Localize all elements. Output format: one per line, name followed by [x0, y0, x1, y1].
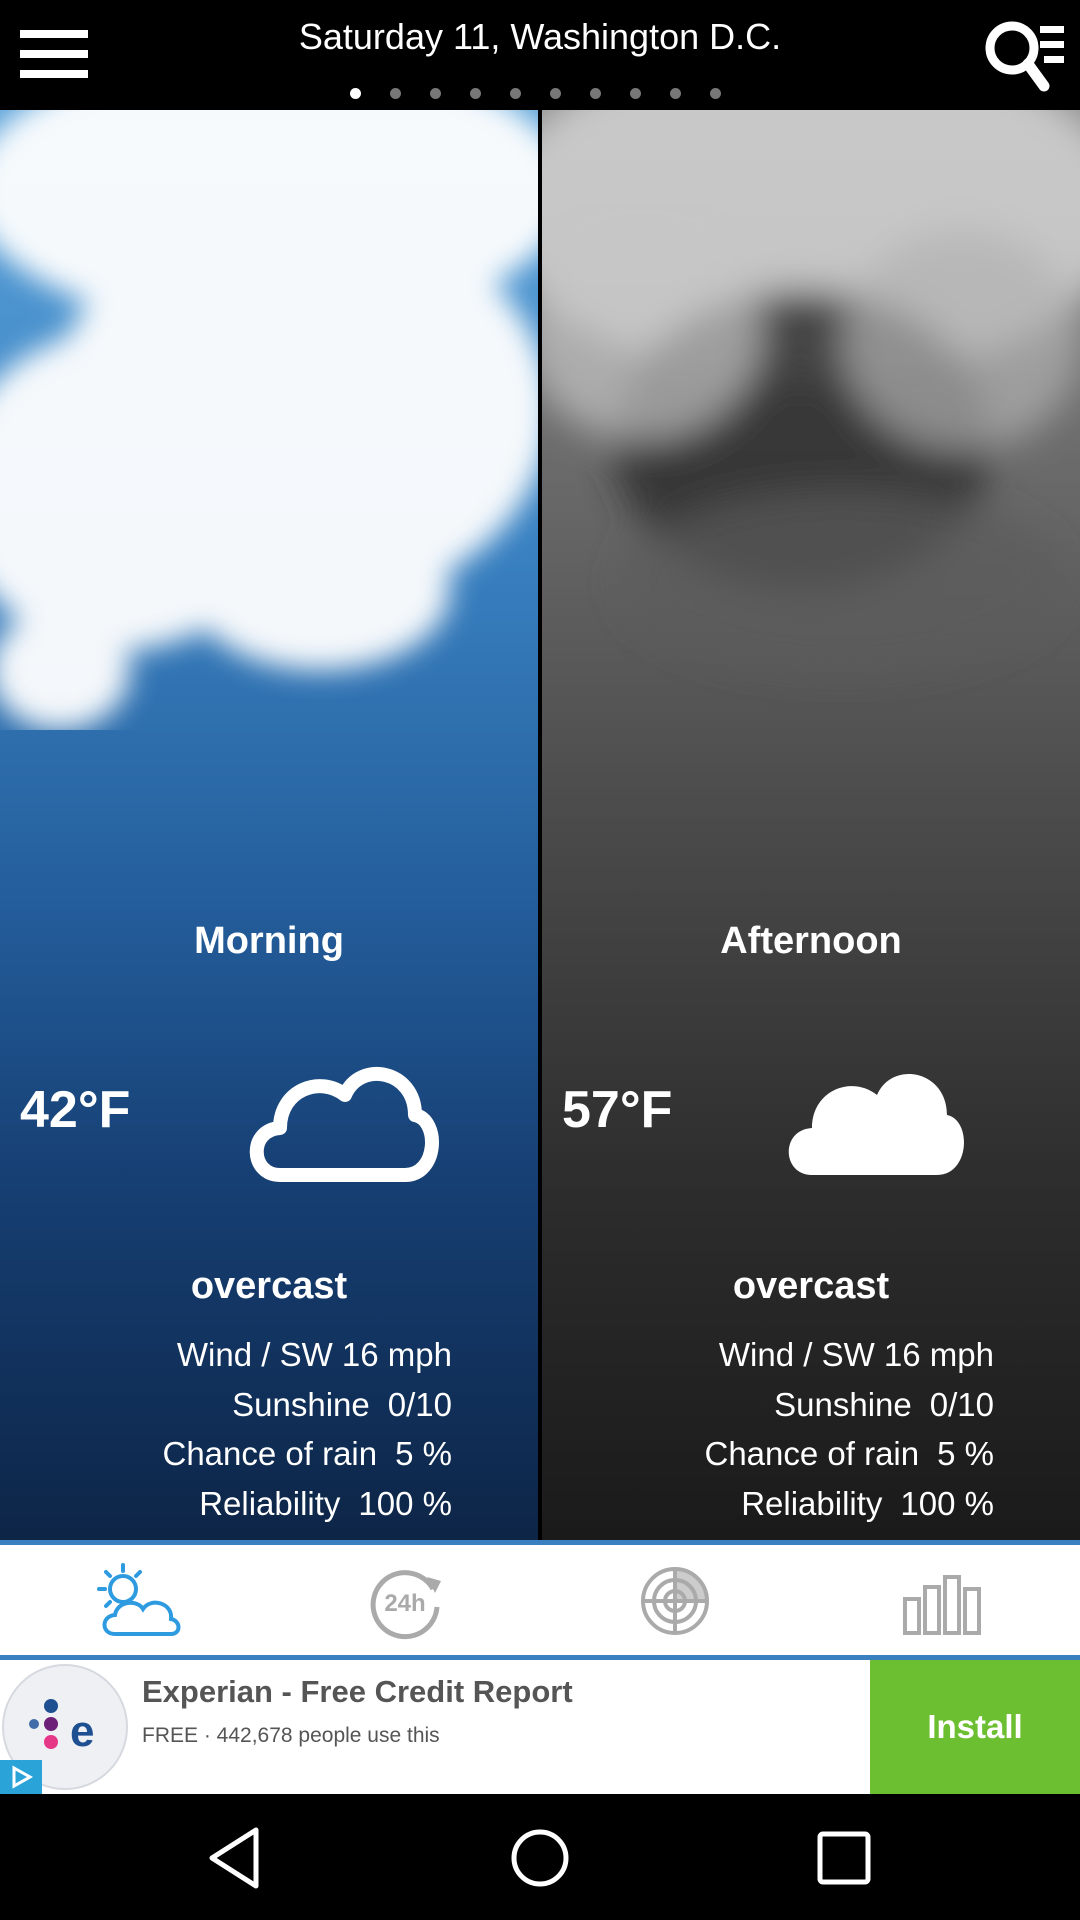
- stat-value: 100 %: [358, 1484, 452, 1522]
- stat-value: 100 %: [900, 1484, 994, 1522]
- stat-sunshine: Sunshine 0/10: [162, 1380, 452, 1430]
- bottom-tab-bar: 24h: [0, 1540, 1080, 1660]
- stat-label: Reliability: [741, 1484, 883, 1522]
- page-dot[interactable]: [430, 88, 441, 99]
- svg-text:e: e: [70, 1707, 94, 1756]
- stat-value: 5 %: [395, 1435, 452, 1472]
- bar-chart-icon: [903, 1575, 981, 1635]
- stat-label: Sunshine: [232, 1385, 370, 1423]
- forecast-panels: Morning 42°F overcast Wind / SW 16 mph S…: [0, 110, 1080, 1540]
- stat-wind: Wind / SW 16 mph: [704, 1330, 994, 1380]
- sky-cloud-illustration: [542, 110, 1080, 670]
- page-dot[interactable]: [390, 88, 401, 99]
- tab-daily-forecast[interactable]: [85, 1559, 185, 1644]
- partly-cloudy-icon: [97, 1563, 181, 1636]
- page-dot[interactable]: [710, 88, 721, 99]
- page-dot[interactable]: [550, 88, 561, 99]
- stat-value: 0/10: [929, 1385, 994, 1423]
- svg-text:24h: 24h: [384, 1590, 425, 1617]
- tab-statistics[interactable]: [895, 1559, 995, 1644]
- ad-choices-icon[interactable]: [0, 1760, 42, 1794]
- stat-value: 5 %: [937, 1435, 994, 1472]
- morning-panel[interactable]: Morning 42°F overcast Wind / SW 16 mph S…: [0, 110, 538, 1540]
- temperature: 42°F: [20, 1081, 131, 1139]
- recents-icon[interactable]: [806, 1820, 882, 1896]
- condition-label: overcast: [190, 1265, 348, 1307]
- install-button[interactable]: Install: [870, 1660, 1080, 1794]
- page-dot[interactable]: [590, 88, 601, 99]
- ad-title: Experian - Free Credit Report: [142, 1674, 573, 1709]
- stat-label: Chance of rain: [162, 1435, 378, 1472]
- stat-label: Reliability: [199, 1484, 341, 1522]
- stat-value: 16 mph: [883, 1336, 994, 1373]
- period-label: Morning: [194, 920, 344, 962]
- stat-reliability: Reliability 100 %: [162, 1479, 452, 1529]
- cloud-filled-icon: [788, 1073, 964, 1175]
- sky-cloud-illustration: [0, 110, 538, 730]
- stat-label: Chance of rain: [704, 1435, 920, 1472]
- stat-rain: Chance of rain 5 %: [704, 1429, 994, 1479]
- stat-rain: Chance of rain 5 %: [162, 1429, 452, 1479]
- system-nav-bar: [0, 1794, 1080, 1920]
- stat-reliability: Reliability 100 %: [704, 1479, 994, 1529]
- ad-subtitle: FREE · 442,678 people use this: [142, 1724, 440, 1747]
- stats-list: Wind / SW 16 mph Sunshine 0/10 Chance of …: [162, 1330, 452, 1528]
- page-dot[interactable]: [350, 88, 361, 99]
- back-icon[interactable]: [198, 1820, 274, 1896]
- stats-list: Wind / SW 16 mph Sunshine 0/10 Chance of …: [704, 1330, 994, 1528]
- stat-value: 16 mph: [341, 1336, 452, 1373]
- page-title: Saturday 11, Washington D.C.: [298, 16, 782, 57]
- 24h-icon: 24h: [370, 1570, 441, 1640]
- page-dot[interactable]: [510, 88, 521, 99]
- page-dot[interactable]: [670, 88, 681, 99]
- stat-label: Sunshine: [774, 1385, 912, 1423]
- ad-banner[interactable]: e Experian - Free Credit Report FREE · 4…: [0, 1660, 1080, 1794]
- tab-24h-forecast[interactable]: 24h: [355, 1559, 455, 1644]
- stat-value: 0/10: [387, 1385, 452, 1423]
- period-label: Afternoon: [720, 920, 902, 962]
- home-icon[interactable]: [502, 1820, 578, 1896]
- page-dot[interactable]: [630, 88, 641, 99]
- search-icon[interactable]: [980, 16, 1068, 98]
- page-dot[interactable]: [470, 88, 481, 99]
- afternoon-panel[interactable]: Afternoon 57°F overcast Wind / SW 16 mph…: [542, 110, 1080, 1540]
- condition-label: overcast: [732, 1265, 890, 1307]
- stat-label: Wind / SW: [718, 1336, 875, 1373]
- tab-radar[interactable]: [625, 1559, 725, 1644]
- cloud-outline-icon: [249, 1066, 439, 1182]
- temperature: 57°F: [562, 1081, 673, 1139]
- header: Saturday 11, Washington D.C.: [0, 0, 1080, 110]
- stat-sunshine: Sunshine 0/10: [704, 1380, 994, 1430]
- radar-icon: [641, 1567, 709, 1635]
- page-indicator: [350, 88, 721, 100]
- stat-label: Wind / SW: [176, 1336, 333, 1373]
- stat-wind: Wind / SW 16 mph: [162, 1330, 452, 1380]
